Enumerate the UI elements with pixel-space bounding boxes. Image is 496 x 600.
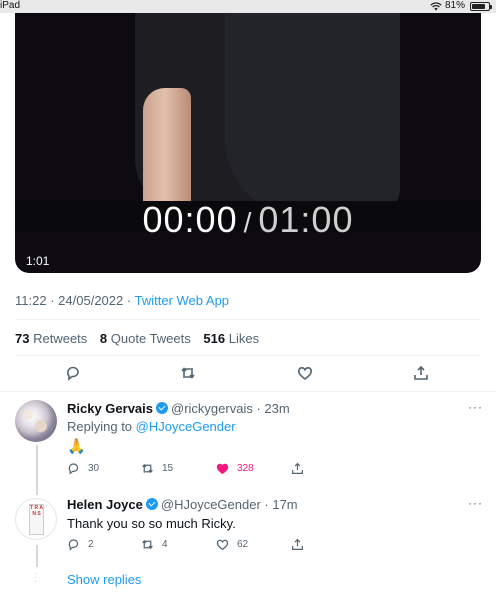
- avatar[interactable]: [15, 400, 57, 442]
- share-button[interactable]: [291, 538, 304, 551]
- reply-text: 🙏: [67, 438, 86, 455]
- replying-to-label: Replying to: [67, 419, 133, 434]
- replying-to-handle[interactable]: @HJoyceGender: [136, 419, 236, 434]
- meta-dot: ·: [126, 293, 132, 308]
- verified-icon: [156, 402, 169, 414]
- reply-count: 2: [88, 539, 94, 550]
- reply-icon: [68, 463, 79, 475]
- video-player[interactable]: 00:00/01:00 1:01: [15, 13, 481, 273]
- meta-dot: ·: [50, 293, 55, 308]
- video-timer: 00:00/01:00: [15, 199, 481, 241]
- tweet-stats: 73 Retweets 8 Quote Tweets 516 Likes: [15, 331, 268, 346]
- author-name[interactable]: Helen Joyce: [67, 497, 143, 512]
- like-button[interactable]: [297, 365, 317, 383]
- like-button[interactable]: 62: [216, 538, 248, 551]
- like-icon: [216, 539, 229, 551]
- retweet-icon: [142, 463, 153, 474]
- like-count: 328: [237, 463, 254, 474]
- replying-to: Replying to @HJoyceGender: [67, 419, 236, 434]
- share-icon: [292, 462, 303, 474]
- video-timer-separator: /: [243, 207, 253, 238]
- status-right: 81%: [430, 0, 492, 12]
- like-count: 62: [237, 539, 249, 550]
- thread-continuation-dots: · · ·: [34, 568, 38, 587]
- reply-button[interactable]: 30: [67, 462, 99, 475]
- tweet-date[interactable]: 24/05/2022: [58, 293, 123, 308]
- avatar-detail: [35, 420, 47, 432]
- retweet-button[interactable]: [180, 365, 200, 383]
- author-handle[interactable]: @rickygervais: [171, 401, 253, 416]
- reply-button[interactable]: 2: [67, 538, 94, 551]
- divider: [15, 355, 481, 356]
- quote-tweets-stat[interactable]: 8 Quote Tweets: [100, 331, 191, 346]
- video-current-time: 00:00: [142, 199, 238, 240]
- author-name[interactable]: Ricky Gervais: [67, 401, 153, 416]
- tweet-time: 11:22: [15, 293, 47, 308]
- retweet-icon: [181, 367, 195, 379]
- retweet-button[interactable]: 4: [141, 538, 168, 551]
- like-icon: [216, 463, 229, 475]
- reply-icon: [68, 539, 79, 551]
- verified-icon: [145, 498, 158, 510]
- share-button[interactable]: [413, 365, 433, 383]
- divider: [0, 391, 496, 392]
- more-options-icon[interactable]: ···: [468, 496, 483, 510]
- wifi-icon: [430, 1, 442, 10]
- carrier-label: iPad: [0, 0, 21, 11]
- video-total-time: 01:00: [258, 199, 354, 240]
- avatar-detail: [23, 410, 33, 420]
- share-icon: [414, 365, 428, 380]
- reply-author[interactable]: Helen Joyce @HJoyceGender · 17m: [67, 497, 298, 512]
- retweet-icon: [142, 539, 153, 550]
- retweet-count: 4: [162, 539, 168, 550]
- reply-icon: [67, 366, 79, 381]
- share-icon: [292, 538, 303, 550]
- retweet-button[interactable]: 15: [141, 462, 173, 475]
- reply-text: Thank you so so much Ricky.: [67, 516, 236, 531]
- thread-line: [36, 445, 38, 495]
- tweet-source-link[interactable]: Twitter Web App: [135, 293, 229, 308]
- battery-percent: 81%: [444, 0, 465, 11]
- reply-time: · 17m: [264, 497, 298, 512]
- reply-author[interactable]: Ricky Gervais @rickygervais · 23m: [67, 401, 290, 416]
- thread-line: [36, 545, 38, 567]
- battery-fill: [472, 3, 485, 9]
- author-handle[interactable]: @HJoyceGender: [161, 497, 261, 512]
- avatar[interactable]: T R A N S: [15, 498, 57, 540]
- retweet-count: 15: [162, 463, 174, 474]
- likes-stat[interactable]: 516 Likes: [203, 331, 259, 346]
- reply-count: 30: [88, 463, 100, 474]
- video-frame-shirt-shade: [225, 13, 400, 218]
- more-options-icon[interactable]: ···: [468, 400, 483, 414]
- avatar-book-cover: T R A N S: [29, 504, 44, 535]
- battery-icon: [470, 1, 492, 11]
- status-bar: iPad 81%: [0, 0, 496, 13]
- reply-button[interactable]: [65, 365, 85, 383]
- like-icon: [297, 367, 313, 381]
- divider: [15, 319, 481, 320]
- share-button[interactable]: [291, 462, 304, 475]
- tweet-timestamp: 11:22 · 24/05/2022 · Twitter Web App: [15, 293, 229, 308]
- reply-time: · 23m: [256, 401, 290, 416]
- like-button[interactable]: 328: [216, 462, 254, 475]
- retweets-stat[interactable]: 73 Retweets: [15, 331, 87, 346]
- video-duration-badge: 1:01: [26, 254, 50, 268]
- show-replies-link[interactable]: Show replies: [67, 572, 141, 587]
